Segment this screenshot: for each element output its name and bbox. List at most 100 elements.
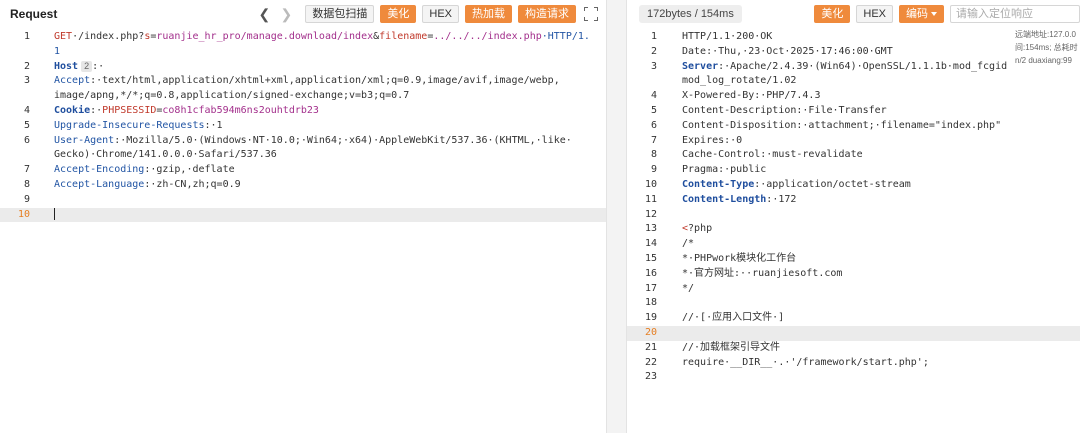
code-token: Accept-Encoding — [54, 164, 145, 176]
forward-arrow-icon[interactable]: ❯ — [277, 6, 295, 23]
code-line[interactable]: mod_log_rotate/1.02 — [627, 74, 1080, 89]
code-token: /* — [682, 238, 695, 250]
code-line[interactable]: 2 Host 2:· — [0, 60, 606, 75]
connection-info-overlay: 远端地址:127.0.0 间:154ms; 总耗时 n/2 duaxiang:9… — [1015, 28, 1080, 67]
code-line[interactable]: 11 Content-Length:·172 — [627, 193, 1080, 208]
encoding-dropdown[interactable]: 编码 — [899, 5, 944, 23]
line-number: 5 — [650, 105, 657, 116]
code-line[interactable]: 1 — [0, 45, 606, 60]
code-text: User-Agent:·Mozilla/5.0·(Windows·NT·10.0… — [54, 134, 572, 149]
line-number: 2 — [23, 60, 30, 72]
code-line[interactable]: 16 *·官方网址:··ruanjiesoft.com — [627, 267, 1080, 282]
code-line[interactable]: 9 — [0, 193, 606, 208]
build-request-button[interactable]: 构造请求 — [518, 5, 576, 23]
line-number: 7 — [23, 164, 30, 176]
code-text: Accept:·text/html,application/xhtml+xml,… — [54, 74, 560, 89]
response-search-input[interactable] — [950, 5, 1080, 23]
packet-scan-button[interactable]: 数据包扫描 — [305, 5, 375, 23]
code-line[interactable]: Gecko)·Chrome/141.0.0.0·Safari/537.36 — [0, 148, 606, 163]
code-line[interactable]: 3 Server:·Apache/2.4.39·(Win64)·OpenSSL/1… — [627, 60, 1080, 75]
encoding-label: 编码 — [906, 8, 928, 20]
code-text — [54, 207, 55, 223]
line-number: 9 — [23, 193, 30, 205]
code-token: ../../../index.php — [433, 31, 542, 42]
response-beautify-button[interactable]: 美化 — [814, 5, 851, 23]
code-text: Content-Length:·172 — [682, 193, 796, 208]
code-line[interactable]: 10 — [0, 207, 606, 223]
hot-reload-button[interactable]: 热加载 — [465, 5, 512, 23]
line-number: 12 — [644, 208, 657, 220]
code-line[interactable]: 19 //·[·应用入口文件·] — [627, 311, 1080, 326]
request-editor[interactable]: 1 GET·/index.php?s=ruanjie_hr_pro/manage.… — [0, 30, 606, 433]
code-text: /* — [682, 237, 694, 252]
code-line[interactable]: 8 Cache-Control:·must-revalidate — [627, 148, 1080, 163]
beautify-button[interactable]: 美化 — [380, 5, 417, 23]
code-text: X-Powered-By:·PHP/7.4.3 — [682, 89, 820, 104]
code-line[interactable]: 3 Accept:·text/html,application/xhtml+xml… — [0, 74, 606, 89]
response-hex-button[interactable]: HEX — [856, 5, 893, 23]
code-line[interactable]: 21 //·加载框架引导文件 — [627, 341, 1080, 356]
code-line[interactable]: image/apng,*/*;q=0.8,application/signed-… — [0, 89, 606, 104]
line-number: 9 — [650, 164, 657, 176]
fullscreen-icon[interactable] — [584, 7, 598, 21]
code-token: Content-Length — [682, 193, 767, 205]
code-line[interactable]: 5 Upgrade-Insecure-Requests:·1 — [0, 119, 606, 134]
code-line[interactable]: 4 Cookie:·PHPSESSID=co8h1cfab594m6ns2ouht… — [0, 104, 606, 119]
code-token: Cookie — [54, 105, 91, 116]
code-text: Cookie:·PHPSESSID=co8h1cfab594m6ns2ouhtd… — [54, 104, 319, 119]
code-line[interactable]: 17 */ — [627, 282, 1080, 297]
line-number: 1 — [650, 31, 657, 42]
code-token: Content-Type — [682, 179, 755, 190]
overlay-line: n/2 duaxiang:99 — [1015, 56, 1072, 65]
request-pane: Request ❮ ❯ 数据包扫描 美化 HEX 热加载 构造请求 1 GET·/… — [0, 0, 606, 433]
code-line[interactable]: 4 X-Powered-By:·PHP/7.4.3 — [627, 89, 1080, 104]
code-line[interactable]: 12 — [627, 208, 1080, 223]
code-line[interactable]: 23 — [627, 370, 1080, 385]
code-token: :·gzip,·deflate — [144, 164, 235, 176]
code-line[interactable]: 6 Content-Disposition:·attachment;·filena… — [627, 119, 1080, 134]
response-editor[interactable]: 1 HTTP/1.1·200·OK 2 Date:·Thu,·23·Oct·2025·… — [627, 30, 1080, 433]
code-line[interactable]: 6 User-Agent:·Mozilla/5.0·(Windows·NT·10.… — [0, 134, 606, 149]
code-token: X-Powered-By:·PHP/7.4.3 — [682, 90, 821, 102]
host-hint-badge[interactable]: 2 — [81, 60, 93, 72]
code-text: Cache-Control:·must-revalidate — [682, 148, 863, 163]
code-line[interactable]: 8 Accept-Language:·zh-CN,zh;q=0.9 — [0, 178, 606, 193]
line-number: 7 — [650, 134, 657, 146]
code-token: Pragma:·public — [682, 164, 767, 176]
code-line[interactable]: 9 Pragma:·public — [627, 163, 1080, 178]
code-line[interactable]: 14 /* — [627, 237, 1080, 252]
code-line[interactable]: 7 Accept-Encoding:·gzip,·deflate — [0, 163, 606, 178]
code-token: Expires:·0 — [682, 134, 743, 146]
code-line[interactable]: 1 GET·/index.php?s=ruanjie_hr_pro/manage.… — [0, 30, 606, 45]
line-number: 8 — [650, 149, 657, 161]
line-number: 17 — [644, 282, 657, 294]
hex-button[interactable]: HEX — [422, 5, 459, 23]
pane-divider[interactable] — [606, 0, 627, 433]
code-line[interactable]: 15 *·PHPwork模块化工作台 — [627, 252, 1080, 267]
code-line[interactable]: 7 Expires:·0 — [627, 134, 1080, 149]
code-line[interactable]: 22 require·__DIR__·.·'/framework/start.ph… — [627, 356, 1080, 371]
code-token: //·加载框架引导文件 — [682, 341, 781, 353]
code-line[interactable]: 20 — [627, 326, 1080, 341]
request-toolbar: Request ❮ ❯ 数据包扫描 美化 HEX 热加载 构造请求 — [0, 0, 606, 28]
code-line[interactable]: 1 HTTP/1.1·200·OK — [627, 30, 1080, 45]
line-number: 10 — [644, 179, 657, 190]
code-token: :·application/octet-stream — [754, 179, 911, 190]
line-number: 13 — [644, 223, 657, 235]
code-line[interactable]: 5 Content-Description:·File·Transfer — [627, 104, 1080, 119]
code-token: GET — [54, 31, 73, 42]
code-token: 1 — [54, 45, 61, 57]
line-number: 22 — [644, 356, 657, 368]
back-arrow-icon[interactable]: ❮ — [255, 6, 273, 23]
line-number: 16 — [644, 267, 657, 279]
code-line[interactable]: 13 <?php — [627, 222, 1080, 237]
code-line[interactable]: 18 — [627, 296, 1080, 311]
code-token: Accept-Language — [54, 179, 145, 190]
code-text: Gecko)·Chrome/141.0.0.0·Safari/537.36 — [54, 148, 277, 163]
request-title: Request — [10, 7, 58, 21]
code-line[interactable]: 10 Content-Type:·application/octet-stream — [627, 178, 1080, 193]
code-text: *·官方网址:··ruanjiesoft.com — [682, 267, 842, 282]
line-number: 8 — [23, 179, 30, 190]
code-line[interactable]: 2 Date:·Thu,·23·Oct·2025·17:46:00·GMT — [627, 45, 1080, 60]
overlay-line: 间:154ms; 总耗时 — [1015, 43, 1078, 52]
